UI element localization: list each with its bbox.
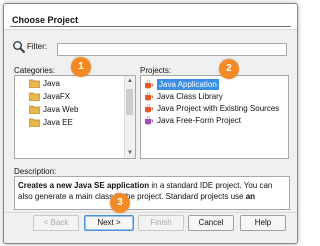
description-label: Description:: [14, 167, 57, 176]
folder-icon: [29, 92, 40, 101]
category-label: Java EE: [43, 118, 73, 127]
coffee-cup-icon: [145, 104, 153, 113]
finish-button[interactable]: Finish: [138, 215, 184, 231]
folder-icon: [29, 79, 40, 88]
project-item-java-application[interactable]: Java Application: [144, 79, 284, 90]
description-lead: Creates a new Java SE application: [18, 181, 150, 190]
project-label: Java Application: [157, 79, 219, 90]
filter-label: Filter:: [27, 42, 47, 51]
scroll-thumb[interactable]: [126, 89, 133, 115]
filter-input[interactable]: [57, 43, 287, 56]
categories-scrollbar[interactable]: ▲ ▼: [124, 76, 135, 158]
footer-separator: [4, 212, 297, 213]
dialog-header: Choose Project: [4, 4, 297, 30]
category-label: JavaFX: [43, 92, 71, 101]
scroll-up-icon[interactable]: ▲: [125, 76, 135, 86]
categories-tree[interactable]: Java JavaFX Java Web Java EE ▲ ▼: [14, 75, 136, 159]
category-label: Java Web: [43, 105, 79, 114]
categories-label: Categories:: [14, 66, 55, 75]
coffee-cup-icon: [145, 92, 153, 101]
scroll-down-icon[interactable]: ▼: [125, 148, 135, 158]
projects-label: Projects:: [140, 66, 172, 75]
step-badge-2: 2: [219, 59, 239, 79]
cancel-button[interactable]: Cancel: [188, 215, 234, 231]
project-label: Java Class Library: [157, 92, 223, 101]
project-item-java-class-library[interactable]: Java Class Library: [144, 91, 284, 102]
step-badge-3: 3: [110, 193, 130, 213]
dialog-title: Choose Project: [12, 15, 79, 25]
project-label: Java Free-Form Project: [157, 116, 242, 125]
project-label: Java Project with Existing Sources: [157, 104, 280, 113]
folder-icon: [29, 105, 40, 114]
choose-project-dialog: Choose Project Filter: Categories: Proje…: [3, 3, 298, 244]
coffee-cup-icon: [145, 80, 153, 89]
project-item-java-free-form[interactable]: Java Free-Form Project: [144, 115, 284, 126]
next-button[interactable]: Next >: [84, 215, 134, 231]
step-badge-1: 1: [71, 57, 91, 77]
project-item-java-existing-sources[interactable]: Java Project with Existing Sources: [144, 103, 284, 114]
description-box: Creates a new Java SE application in a s…: [14, 176, 290, 210]
description-tail: an: [245, 192, 256, 201]
coffee-cup-purple-icon: [145, 116, 153, 125]
search-icon: [13, 41, 26, 54]
help-button[interactable]: Help: [240, 215, 286, 231]
folder-icon: [29, 118, 40, 127]
title-underline: [10, 26, 291, 27]
back-button[interactable]: < Back: [33, 215, 79, 231]
projects-list[interactable]: Java Application Java Class Library Java…: [140, 75, 289, 159]
category-label: Java: [43, 79, 60, 88]
